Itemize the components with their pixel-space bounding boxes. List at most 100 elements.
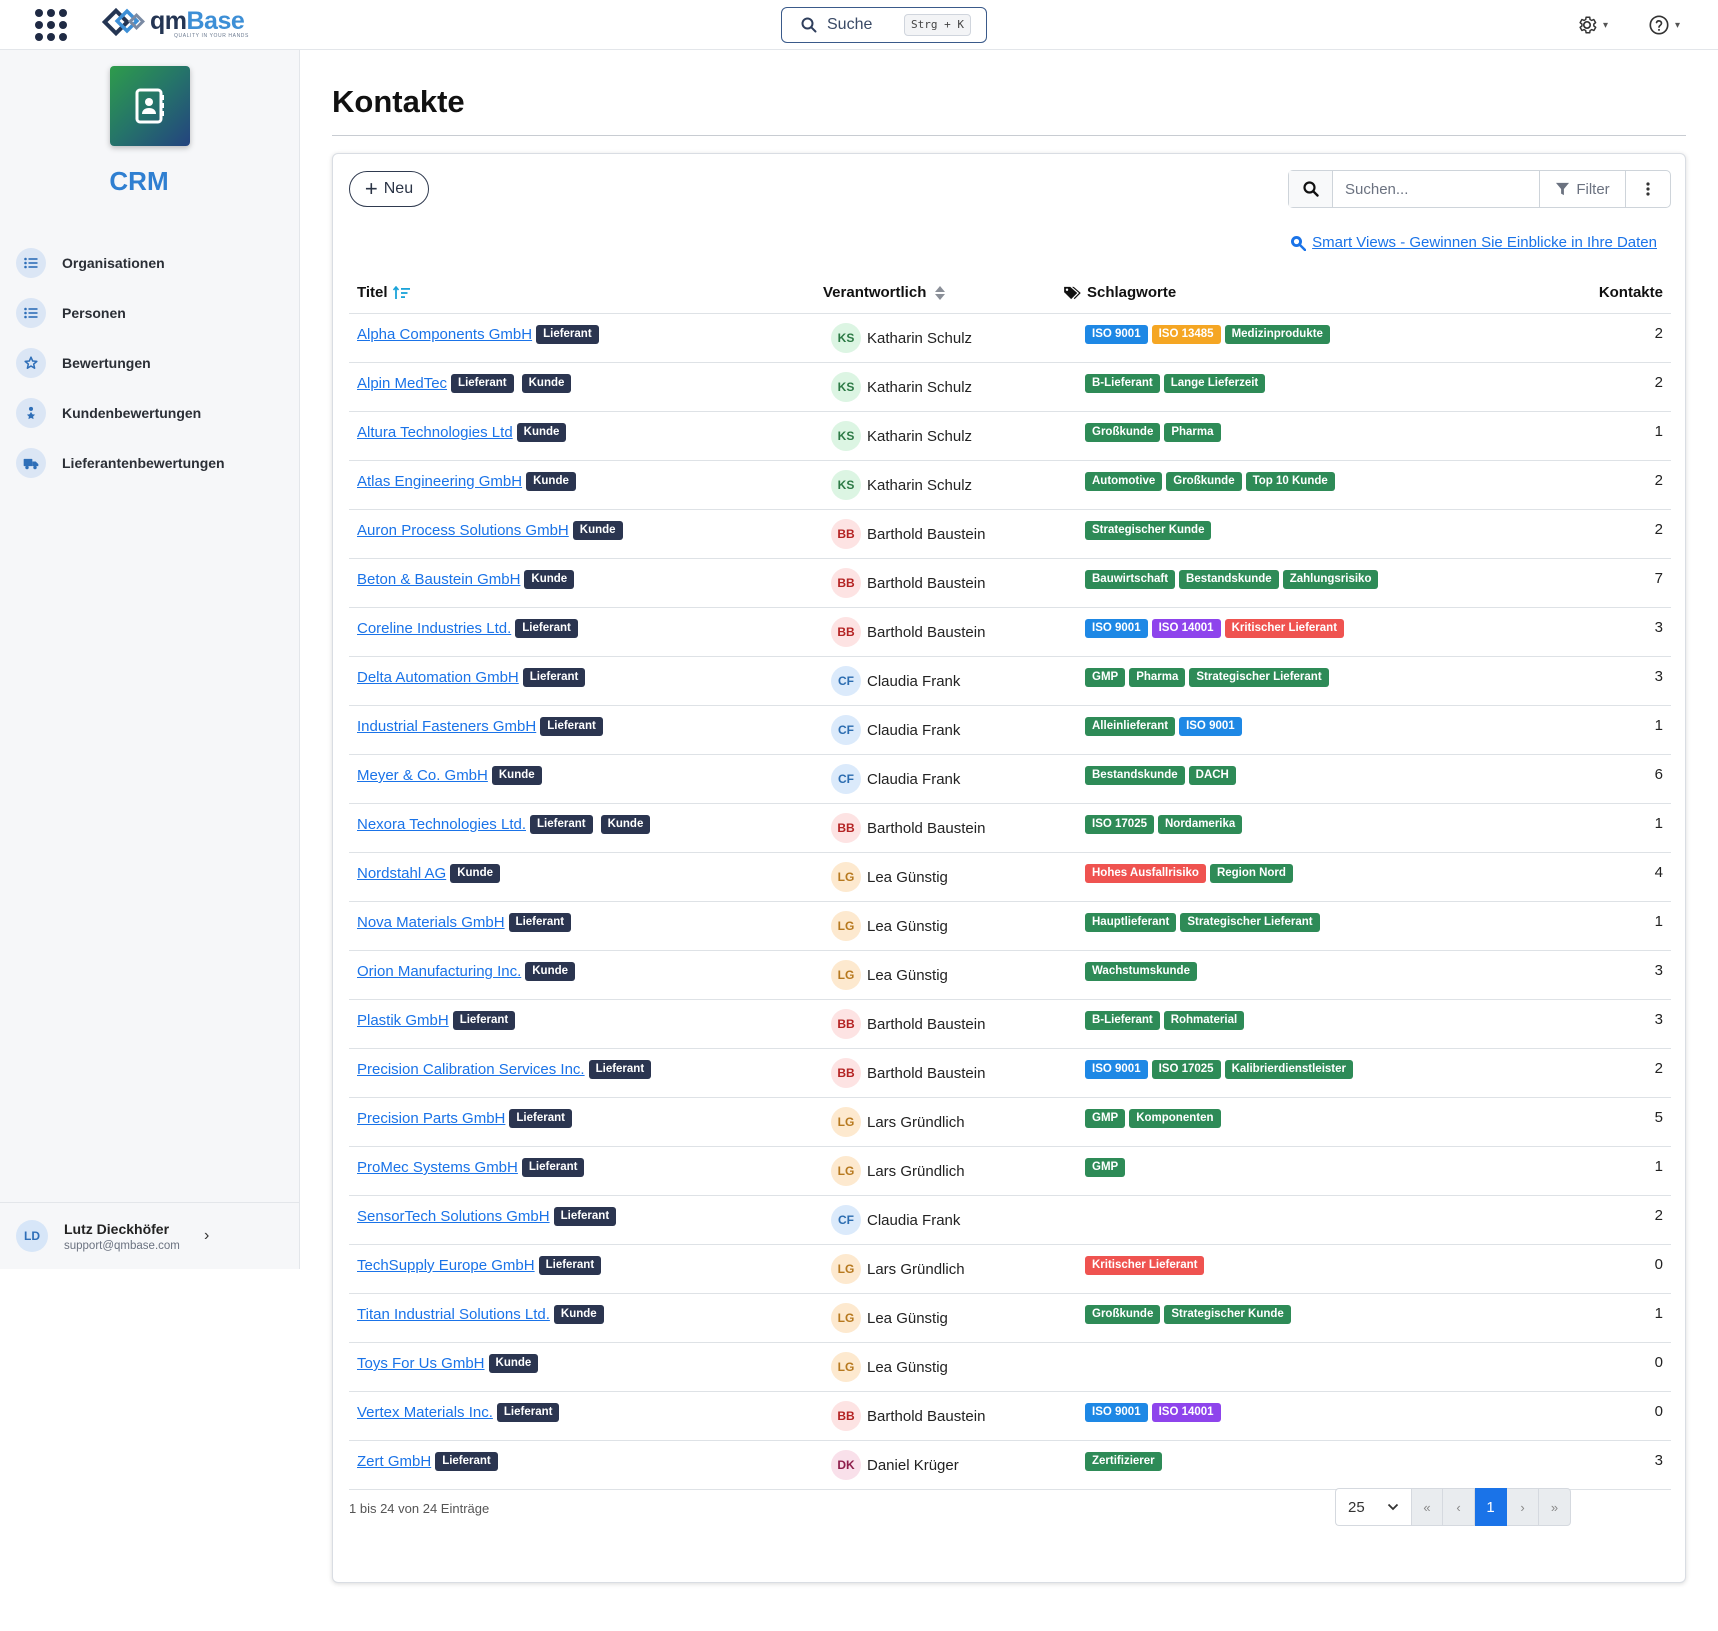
- organisation-link[interactable]: Atlas Engineering GmbH: [357, 473, 522, 490]
- column-header-contacts[interactable]: Kontakte: [1599, 284, 1663, 301]
- sidebar-item-kundenbewertungen[interactable]: Kundenbewertungen: [16, 388, 286, 438]
- app-launcher-icon[interactable]: [34, 8, 68, 42]
- sidebar-item-organisationen[interactable]: Organisationen: [16, 238, 286, 288]
- table-row[interactable]: Titan Industrial Solutions Ltd. Kunde LG Le…: [349, 1294, 1671, 1343]
- table-row[interactable]: Beton & Baustein GmbH Kunde BB Barthold Bau…: [349, 559, 1671, 608]
- cell-title: Nordstahl AG Kunde: [357, 864, 500, 883]
- cell-responsible: BB Barthold Baustein: [831, 519, 985, 549]
- type-badge: Kunde: [450, 864, 500, 883]
- organisation-link[interactable]: Vertex Materials Inc.: [357, 1404, 493, 1421]
- organisation-link[interactable]: ProMec Systems GmbH: [357, 1159, 518, 1176]
- search-icon[interactable]: [1289, 171, 1333, 207]
- table-row[interactable]: Atlas Engineering GmbH Kunde KS Katharin Sc…: [349, 461, 1671, 510]
- page-last-button[interactable]: »: [1539, 1488, 1571, 1526]
- new-button[interactable]: + Neu: [349, 171, 429, 207]
- cell-title: Atlas Engineering GmbH Kunde: [357, 472, 576, 491]
- organisation-link[interactable]: Nordstahl AG: [357, 865, 446, 882]
- smart-views-link[interactable]: Smart Views - Gewinnen Sie Einblicke in …: [1275, 234, 1657, 251]
- page-size-value: 25: [1348, 1498, 1365, 1516]
- table-row[interactable]: Alpha Components GmbH Lieferant KS Katharin…: [349, 314, 1671, 363]
- table-row[interactable]: Coreline Industries Ltd. Lieferant BB Barth…: [349, 608, 1671, 657]
- responsible-name: Claudia Frank: [867, 672, 961, 690]
- page-next-button[interactable]: ›: [1507, 1488, 1539, 1526]
- type-badge: Lieferant: [435, 1452, 498, 1471]
- column-header-responsible[interactable]: Verantwortlich: [823, 284, 946, 301]
- table-row[interactable]: Precision Parts GmbH Lieferant LG Lars Grün…: [349, 1098, 1671, 1147]
- organisation-link[interactable]: Delta Automation GmbH: [357, 669, 519, 686]
- organisation-link[interactable]: Altura Technologies Ltd: [357, 424, 513, 441]
- organisation-link[interactable]: Toys For Us GmbH: [357, 1355, 485, 1372]
- sidebar-item-label: Kundenbewertungen: [62, 405, 202, 421]
- cell-title: Industrial Fasteners GmbH Lieferant: [357, 717, 603, 736]
- user-menu[interactable]: LD Lutz Dieckhöfer support@qmbase.com ›: [0, 1202, 300, 1269]
- table-row[interactable]: Alpin MedTec Lieferant Kunde KS Katharin Sch…: [349, 363, 1671, 412]
- help-menu[interactable]: ▾: [1648, 12, 1680, 38]
- sidebar-item-lieferantenbewertungen[interactable]: Lieferantenbewertungen: [16, 438, 286, 488]
- filter-button[interactable]: Filter: [1539, 171, 1625, 207]
- cell-responsible: CF Claudia Frank: [831, 715, 960, 745]
- table-row[interactable]: ProMec Systems GmbH Lieferant LG Lars Gründ…: [349, 1147, 1671, 1196]
- organisation-link[interactable]: Coreline Industries Ltd.: [357, 620, 511, 637]
- column-header-title[interactable]: Titel: [357, 284, 411, 301]
- avatar: KS: [831, 421, 861, 451]
- organisation-link[interactable]: Titan Industrial Solutions Ltd.: [357, 1306, 550, 1323]
- table-row[interactable]: Nexora Technologies Ltd. Lieferant Kunde BB…: [349, 804, 1671, 853]
- page-size-select[interactable]: 25: [1335, 1488, 1411, 1526]
- page-first-button[interactable]: «: [1411, 1488, 1443, 1526]
- tag-badge: Bestandskunde: [1179, 570, 1279, 589]
- organisation-link[interactable]: Precision Calibration Services Inc.: [357, 1061, 585, 1078]
- table-row[interactable]: TechSupply Europe GmbH Lieferant LG Lars Gr…: [349, 1245, 1671, 1294]
- page-prev-button[interactable]: ‹: [1443, 1488, 1475, 1526]
- table-row[interactable]: Industrial Fasteners GmbH Lieferant CF Clau…: [349, 706, 1671, 755]
- table-row[interactable]: Altura Technologies Ltd Kunde KS Katharin S…: [349, 412, 1671, 461]
- organisation-link[interactable]: TechSupply Europe GmbH: [357, 1257, 535, 1274]
- cell-title: Auron Process Solutions GmbH Kunde: [357, 521, 623, 540]
- table-row[interactable]: Precision Calibration Services Inc. Liefe…: [349, 1049, 1671, 1098]
- organisation-link[interactable]: Beton & Baustein GmbH: [357, 571, 520, 588]
- organisation-link[interactable]: Meyer & Co. GmbH: [357, 767, 488, 784]
- table-row[interactable]: Toys For Us GmbH Kunde LG Lea Günstig 0: [349, 1343, 1671, 1392]
- organisation-link[interactable]: SensorTech Solutions GmbH: [357, 1208, 550, 1225]
- more-options-button[interactable]: [1625, 171, 1670, 207]
- organisation-link[interactable]: Alpha Components GmbH: [357, 326, 532, 343]
- table-row[interactable]: SensorTech Solutions GmbH Lieferant CF Clau…: [349, 1196, 1671, 1245]
- contacts-count: 3: [1654, 619, 1663, 636]
- cell-responsible: LG Lea Günstig: [831, 862, 948, 892]
- contacts-count: 3: [1654, 668, 1663, 685]
- organisation-link[interactable]: Auron Process Solutions GmbH: [357, 522, 569, 539]
- page-current-button[interactable]: 1: [1475, 1488, 1507, 1526]
- contacts-count: 2: [1654, 374, 1663, 391]
- table-row[interactable]: Vertex Materials Inc. Lieferant BB Barthold…: [349, 1392, 1671, 1441]
- table-row[interactable]: Auron Process Solutions GmbH Kunde BB Barth…: [349, 510, 1671, 559]
- organisation-link[interactable]: Industrial Fasteners GmbH: [357, 718, 536, 735]
- tag-badge: ISO 14001: [1151, 1403, 1221, 1422]
- organisation-link[interactable]: Orion Manufacturing Inc.: [357, 963, 521, 980]
- sidebar-item-personen[interactable]: Personen: [16, 288, 286, 338]
- sidebar: CRM Organisationen Personen Bewertungen …: [0, 50, 300, 1269]
- organisation-link[interactable]: Nova Materials GmbH: [357, 914, 505, 931]
- table-row[interactable]: Meyer & Co. GmbH Kunde CF Claudia Frank Best…: [349, 755, 1671, 804]
- organisation-link[interactable]: Zert GmbH: [357, 1453, 431, 1470]
- table-row[interactable]: Plastik GmbH Lieferant BB Barthold Baustein…: [349, 1000, 1671, 1049]
- crm-module-tile[interactable]: [110, 66, 190, 146]
- qmbase-logo[interactable]: qmBase QUALITY IN YOUR HANDS: [101, 6, 248, 42]
- avatar: BB: [831, 1058, 861, 1088]
- avatar: LG: [831, 911, 861, 941]
- global-search-button[interactable]: Suche Strg + K: [781, 7, 987, 43]
- type-badge: Lieferant: [496, 1403, 560, 1422]
- table-row[interactable]: Zert GmbH Lieferant DK Daniel Krüger Zertifi…: [349, 1441, 1671, 1490]
- organisation-link[interactable]: Precision Parts GmbH: [357, 1110, 505, 1127]
- settings-menu[interactable]: ▾: [1576, 12, 1608, 38]
- organisation-link[interactable]: Nexora Technologies Ltd.: [357, 816, 526, 833]
- table-row[interactable]: Nordstahl AG Kunde LG Lea Günstig Hohes Ausf…: [349, 853, 1671, 902]
- search-input[interactable]: [1333, 171, 1539, 207]
- sidebar-item-bewertungen[interactable]: Bewertungen: [16, 338, 286, 388]
- page-title: Kontakte: [332, 84, 465, 119]
- organisation-link[interactable]: Plastik GmbH: [357, 1012, 449, 1029]
- table-row[interactable]: Nova Materials GmbH Lieferant LG Lea Günsti…: [349, 902, 1671, 951]
- organisation-link[interactable]: Alpin MedTec: [357, 375, 447, 392]
- table-row[interactable]: Orion Manufacturing Inc. Kunde LG Lea Günst…: [349, 951, 1671, 1000]
- cell-tags: Strategischer Kunde: [1085, 521, 1215, 540]
- table-row[interactable]: Delta Automation GmbH Lieferant CF Claudia …: [349, 657, 1671, 706]
- column-header-tags[interactable]: Schlagworte: [1063, 284, 1176, 301]
